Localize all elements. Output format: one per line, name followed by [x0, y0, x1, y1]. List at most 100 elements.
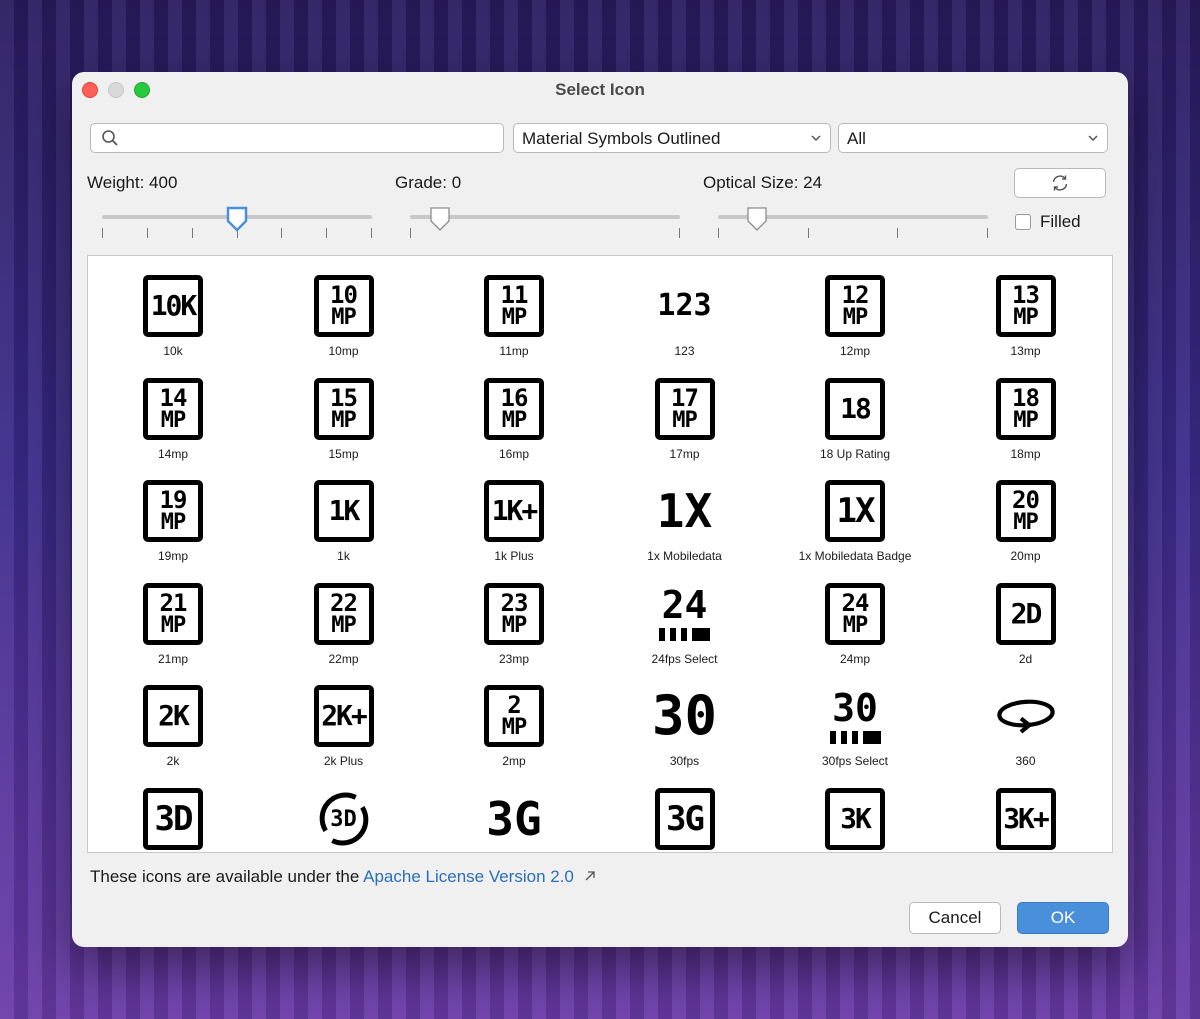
reset-button[interactable] — [1014, 168, 1106, 198]
icon-glyph: 24 MP — [825, 582, 885, 645]
icon-glyph: 3K+ — [995, 788, 1056, 850]
icon-cell[interactable]: 16 MP 16mp — [429, 359, 599, 462]
icon-glyph: 1X — [825, 480, 885, 543]
icon-cell[interactable]: 24 24fps Select — [600, 564, 770, 667]
icon-cell[interactable]: 3D — [88, 769, 258, 852]
icon-label: 15mp — [328, 446, 359, 461]
icon-cell[interactable]: 22 MP 22mp — [259, 564, 429, 667]
icon-cell[interactable]: 18 18 Up Rating — [770, 359, 940, 462]
chevron-down-icon — [811, 135, 821, 142]
icon-cell[interactable]: 21 MP 21mp — [88, 564, 258, 667]
fps-bar — [692, 628, 710, 642]
badge-number: 24 — [841, 588, 870, 617]
badge-unit: MP — [331, 612, 356, 638]
icon-cell[interactable]: 1K+ 1k Plus — [429, 461, 599, 564]
icon-glyph: 11 MP — [484, 275, 544, 337]
icon-cell[interactable]: 15 MP 15mp — [259, 359, 429, 462]
icon-cell[interactable]: 18 MP 18mp — [941, 359, 1111, 462]
icon-glyph: 21 MP — [143, 582, 203, 645]
icon-set-select[interactable]: Material Symbols Outlined — [513, 123, 831, 153]
icon-cell[interactable]: 123 123 — [600, 256, 770, 359]
icon-cell[interactable]: 12 MP 12mp — [770, 256, 940, 359]
icon-label: 17mp — [669, 446, 700, 461]
badge-icon: 23 MP — [484, 582, 544, 645]
icon-cell[interactable]: 3G — [429, 769, 599, 852]
icon-cell[interactable]: 24 MP 24mp — [770, 564, 940, 667]
icon-cell[interactable]: 23 MP 23mp — [429, 564, 599, 667]
icon-cell[interactable]: 2 MP 2mp — [429, 666, 599, 769]
badge-icon: 22 MP — [313, 582, 374, 645]
icon-glyph: 17 MP — [654, 377, 715, 440]
icon-cell[interactable]: 10 MP 10mp — [259, 256, 429, 359]
icon-cell[interactable]: 30 30fps Select — [770, 666, 940, 769]
icon-cell[interactable]: 19 MP 19mp — [88, 461, 258, 564]
badge-icon: 10 MP — [313, 275, 374, 337]
icon-cell[interactable]: 11 MP 11mp — [429, 256, 599, 359]
fps-bar — [659, 628, 665, 642]
badge-icon: 1X — [825, 480, 885, 543]
icon-text: 3G — [486, 792, 542, 846]
icon-label: 123 — [674, 344, 695, 358]
icon-glyph: 2K+ — [313, 685, 374, 748]
badge-icon: 3G — [654, 788, 715, 850]
icon-cell[interactable]: 17 MP 17mp — [600, 359, 770, 462]
icon-cell[interactable]: 1X 1x Mobiledata — [600, 461, 770, 564]
icon-cell[interactable]: 2D 2d — [941, 564, 1111, 667]
badge-unit: MP — [501, 715, 527, 741]
search-input[interactable] — [90, 123, 504, 153]
optical-size-slider[interactable] — [718, 206, 988, 238]
icon-cell[interactable]: 3K — [770, 769, 940, 852]
icon-cell[interactable]: 2K 2k — [88, 666, 258, 769]
icon-cell[interactable]: 3K+ — [941, 769, 1111, 852]
slider-thumb[interactable] — [745, 206, 769, 234]
icon-cell[interactable]: 3D — [259, 769, 429, 852]
slider-thumb[interactable] — [428, 206, 452, 234]
filled-checkbox[interactable] — [1015, 214, 1031, 230]
badge-text: 2K — [158, 699, 190, 733]
icon-text: 24 — [661, 583, 708, 628]
icon-glyph: 1K+ — [484, 480, 544, 543]
badge-text: 2K+ — [321, 699, 368, 733]
slider-tick — [281, 228, 283, 238]
license-link[interactable]: Apache License Version 2.0 — [363, 867, 574, 886]
cancel-button[interactable]: Cancel — [909, 902, 1001, 934]
icon-cell[interactable]: 3G — [600, 769, 770, 852]
weight-slider[interactable] — [102, 206, 372, 238]
icon-cell[interactable]: 10K 10k — [88, 256, 258, 359]
icon-cell[interactable]: 13 MP 13mp — [941, 256, 1111, 359]
icon-glyph: 22 MP — [313, 582, 374, 645]
badge-icon: 2D — [995, 582, 1056, 645]
badge-icon: 2 MP — [484, 685, 544, 748]
slider-tick — [371, 228, 372, 238]
slider-thumb[interactable] — [225, 206, 249, 234]
icon-glyph: 20 MP — [995, 480, 1056, 543]
icon-cell[interactable]: 1K 1k — [259, 461, 429, 564]
text-icon: 30 — [652, 689, 717, 743]
badge-unit: MP — [1013, 407, 1038, 433]
grade-slider[interactable] — [410, 206, 680, 238]
icon-cell[interactable]: 1X 1x Mobiledata Badge — [770, 461, 940, 564]
icon-cell[interactable]: 20 MP 20mp — [941, 461, 1111, 564]
icon-label: 14mp — [157, 446, 189, 461]
icon-glyph: 13 MP — [995, 275, 1056, 337]
icon-glyph: 123 — [655, 276, 715, 336]
badge-icon: 19 MP — [143, 480, 203, 543]
badge-icon: 3K — [825, 788, 885, 850]
badge-icon: 20 MP — [995, 480, 1056, 543]
icon-cell[interactable]: 14 MP 14mp — [88, 359, 258, 462]
icon-glyph: 1X — [655, 481, 715, 541]
badge-text: 2D — [1010, 596, 1043, 630]
icon-cell[interactable]: 360 — [941, 666, 1111, 769]
window-title: Select Icon — [555, 80, 645, 99]
category-select[interactable]: All — [838, 123, 1108, 153]
icon-cell[interactable]: 30 30fps — [600, 666, 770, 769]
badge-unit: MP — [842, 612, 868, 638]
icon-label: 2k — [166, 754, 180, 769]
ok-button[interactable]: OK — [1017, 902, 1109, 934]
icon-glyph: 30 — [652, 686, 717, 746]
icon-glyph: 2 MP — [484, 685, 544, 748]
icon-label: 22mp — [328, 651, 359, 666]
icon-cell[interactable]: 2K+ 2k Plus — [259, 666, 429, 769]
slider-tick — [807, 228, 809, 238]
badge-icon: 24 MP — [825, 582, 885, 645]
